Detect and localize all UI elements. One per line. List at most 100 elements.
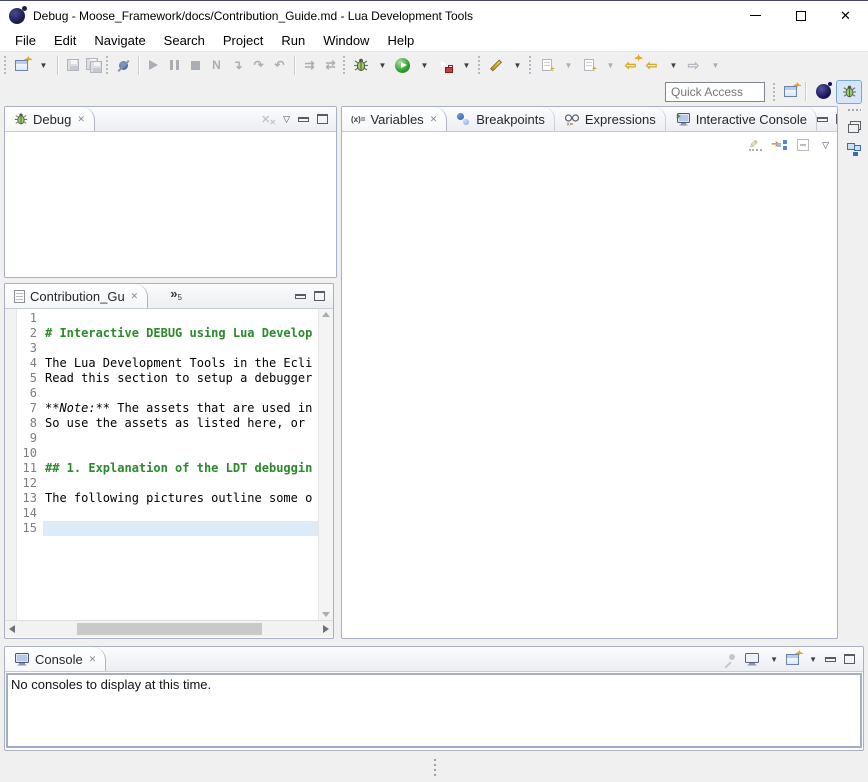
minimize-view-icon[interactable]	[817, 117, 828, 122]
debug-dropdown[interactable]: ▼	[371, 54, 392, 76]
maximize-view-icon[interactable]	[314, 291, 325, 301]
menu-help[interactable]: Help	[378, 31, 423, 50]
scroll-down-icon[interactable]	[322, 612, 330, 617]
minimize-window-button[interactable]	[733, 1, 778, 30]
debug-perspective-button[interactable]	[836, 80, 862, 104]
run-dropdown[interactable]: ▼	[413, 54, 434, 76]
lua-sphere-icon	[816, 84, 831, 99]
save-all-icon	[86, 58, 102, 73]
maximize-view-icon[interactable]	[844, 654, 855, 664]
dropdown-arrow-icon[interactable]: ▼	[809, 655, 817, 664]
tab-interactive-console[interactable]: ✶ Interactive Console	[666, 107, 817, 131]
display-console-icon[interactable]	[744, 652, 760, 666]
close-tab-icon[interactable]: ✕	[430, 114, 438, 125]
variables-part: (x)= Variables ✕ Breakpoints x= Expressi…	[341, 106, 838, 639]
tab-label: Expressions	[585, 112, 656, 127]
menu-search[interactable]: Search	[155, 31, 214, 50]
editor-vertical-scrollbar[interactable]	[318, 309, 333, 620]
toolbar-grip	[529, 56, 532, 74]
menu-run[interactable]: Run	[272, 31, 314, 50]
close-tab-icon[interactable]: ✕	[77, 114, 85, 125]
external-tools-dropdown[interactable]: ▼	[455, 54, 476, 76]
debug-view-part: Debug ✕ ▽	[4, 106, 337, 278]
interactive-console-icon: ✶	[675, 112, 691, 126]
scroll-left-icon[interactable]	[9, 625, 15, 633]
close-window-button[interactable]: ✕	[823, 1, 868, 30]
star-icon: ✦	[796, 649, 804, 658]
hidden-editors-count: 5	[177, 293, 181, 302]
menu-navigate[interactable]: Navigate	[85, 31, 154, 50]
scrollbar-thumb[interactable]	[77, 623, 262, 635]
file-icon	[14, 290, 25, 303]
run-button[interactable]	[392, 54, 413, 76]
maximize-window-button[interactable]	[778, 1, 823, 30]
maximize-view-icon[interactable]	[836, 114, 838, 124]
editor-text-area[interactable]: # Interactive DEBUG using Lua Develop Th…	[43, 309, 318, 620]
line-number-ruler: 12 34 56 78 910 1112 1314 15	[17, 309, 43, 620]
dropdown-arrow-icon[interactable]: ▼	[770, 655, 778, 664]
step-over-icon: ↷	[253, 59, 263, 71]
quick-access-input[interactable]	[665, 82, 765, 102]
titlebar: Debug - Moose_Framework/docs/Contributio…	[0, 1, 868, 30]
dropdown-arrow-icon: ▼	[421, 61, 429, 70]
toolbar-separator	[805, 82, 806, 101]
restore-view-icon[interactable]	[848, 121, 861, 133]
toolbar-grip	[773, 83, 776, 101]
menu-window[interactable]: Window	[314, 31, 378, 50]
hidden-editors-chevron[interactable]: »5	[170, 284, 182, 308]
close-tab-icon[interactable]: ✕	[131, 291, 139, 302]
external-tools-button[interactable]	[434, 54, 455, 76]
sash-drag-handle[interactable]	[434, 759, 436, 761]
previous-annotation-dropdown[interactable]: ▼	[599, 54, 620, 76]
menu-edit[interactable]: Edit	[45, 31, 85, 50]
tab-debug[interactable]: Debug ✕	[5, 107, 95, 131]
forward-button: ⇨	[683, 54, 704, 76]
open-console-icon[interactable]: ✦	[786, 654, 799, 665]
dropdown-arrow-icon: ▼	[40, 61, 48, 70]
maximize-view-icon[interactable]	[317, 114, 328, 124]
editor-horizontal-scrollbar[interactable]	[5, 620, 333, 637]
editor-line: # Interactive DEBUG using Lua Develop	[43, 326, 318, 341]
new-wizard-button[interactable]: ✦	[11, 54, 32, 76]
menu-file[interactable]: File	[6, 31, 45, 50]
outline-view-icon[interactable]	[847, 143, 861, 156]
toolbar-separator	[138, 56, 139, 75]
back-dropdown[interactable]: ▼	[662, 54, 683, 76]
tab-contribution-guide[interactable]: Contribution_Gu ✕	[5, 284, 148, 308]
mark-occurrences-dropdown[interactable]: ▼	[506, 54, 527, 76]
next-annotation-dropdown[interactable]: ▼	[557, 54, 578, 76]
mark-occurrences-button[interactable]	[485, 54, 506, 76]
skip-all-breakpoints-button[interactable]	[113, 54, 134, 76]
minimize-view-icon[interactable]	[298, 117, 309, 122]
debug-button[interactable]	[350, 54, 371, 76]
view-menu-icon[interactable]: ▽	[822, 141, 829, 150]
editor-line: The Lua Development Tools in the Ecli	[43, 356, 318, 371]
minimize-view-icon[interactable]	[295, 294, 306, 299]
view-menu-icon[interactable]: ▽	[283, 115, 290, 124]
editor-line	[43, 341, 318, 356]
close-tab-icon[interactable]: ✕	[89, 654, 97, 665]
editor-line	[43, 446, 318, 461]
last-edit-location-button[interactable]: ⇦✦	[620, 54, 641, 76]
forward-dropdown[interactable]: ▼	[704, 54, 725, 76]
tab-expressions[interactable]: x= Expressions	[555, 107, 666, 131]
window-controls: ✕	[733, 1, 868, 30]
show-logical-structure-icon[interactable]	[772, 139, 788, 152]
editor-tabs: Contribution_Gu ✕ »5	[5, 284, 333, 309]
tab-breakpoints[interactable]: Breakpoints	[447, 107, 555, 131]
run-icon	[395, 58, 410, 73]
scroll-up-icon[interactable]	[322, 312, 330, 317]
scroll-right-icon[interactable]	[323, 625, 329, 633]
tab-console[interactable]: Console ✕	[5, 647, 106, 671]
annotation-ruler	[5, 309, 17, 620]
tab-variables[interactable]: (x)= Variables ✕	[342, 107, 447, 131]
back-button[interactable]: ⇦	[641, 54, 662, 76]
tab-label: Interactive Console	[696, 112, 807, 127]
new-wizard-dropdown[interactable]: ▼	[32, 54, 53, 76]
trim-drag-handle[interactable]	[847, 109, 861, 111]
open-perspective-button[interactable]: ✦	[780, 81, 801, 103]
lua-perspective-button[interactable]	[810, 80, 836, 104]
minimize-view-icon[interactable]	[825, 657, 836, 662]
menu-project[interactable]: Project	[214, 31, 272, 50]
debug-bug-icon	[842, 84, 857, 99]
